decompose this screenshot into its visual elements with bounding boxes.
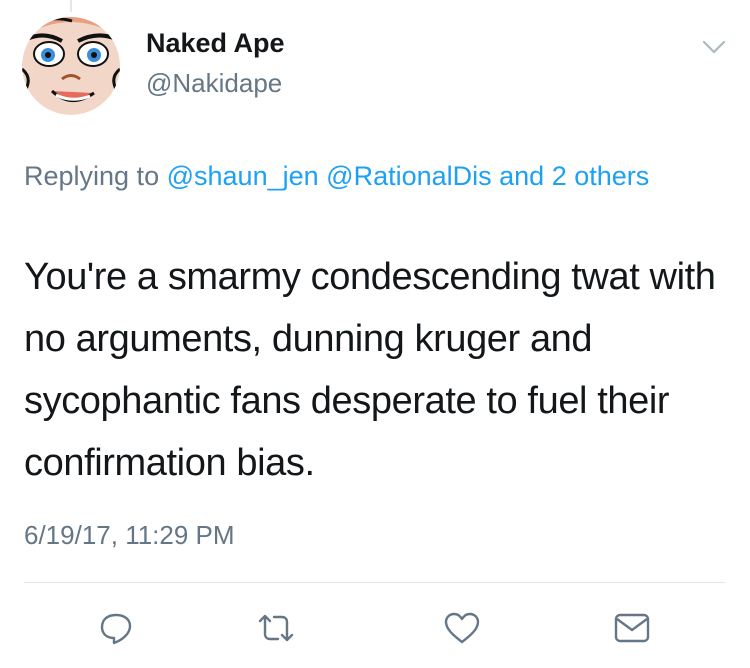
tweet-menu-button[interactable] — [698, 34, 730, 58]
mention-link-rationaldis[interactable]: @RationalDis — [326, 161, 491, 191]
direct-message-icon — [614, 613, 650, 643]
retweet-button[interactable] — [254, 606, 298, 650]
others-link[interactable]: and 2 others — [499, 161, 649, 191]
tweet-timestamp[interactable]: 6/19/17, 11:29 PM — [24, 520, 235, 551]
author-display-name[interactable]: Naked Ape — [146, 28, 285, 59]
divider — [24, 582, 726, 583]
ape-face-avatar-icon — [22, 17, 120, 115]
direct-message-button[interactable] — [610, 606, 654, 650]
avatar[interactable] — [22, 17, 120, 115]
tweet-text: You're a smarmy condescending twat with … — [24, 256, 716, 484]
reply-context: Replying to @shaun_jen @RationalDis and … — [24, 155, 714, 197]
retweet-icon — [258, 614, 294, 642]
like-button[interactable] — [440, 606, 484, 650]
thread-connector-line — [70, 0, 72, 12]
mention-link-shaun-jen[interactable]: @shaun_jen — [167, 161, 319, 191]
reply-icon — [100, 613, 132, 645]
reply-button[interactable] — [94, 606, 138, 650]
reply-context-prefix: Replying to — [24, 161, 160, 191]
author-handle[interactable]: @Nakidape — [146, 68, 282, 99]
like-heart-icon — [444, 612, 480, 644]
chevron-down-icon — [702, 40, 726, 54]
